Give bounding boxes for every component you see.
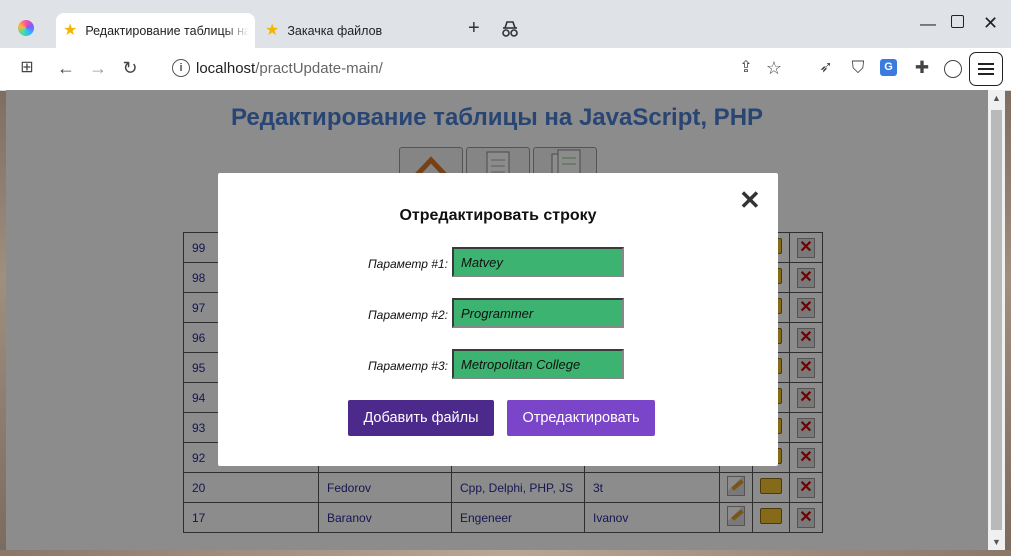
param-3-label: Параметр #3:	[367, 359, 448, 373]
maximize-icon[interactable]	[951, 15, 964, 28]
desktop-edge-bottom	[0, 550, 1011, 556]
tab-title: Закачка файлов	[287, 23, 383, 38]
menu-button[interactable]	[969, 52, 1003, 86]
url-host: localhost	[196, 60, 256, 77]
param-1-input[interactable]	[452, 247, 624, 277]
tab-bar: ★ Редактирование таблицы на JavaScript, …	[0, 0, 1011, 48]
translate-icon[interactable]: G	[880, 59, 897, 76]
field-row-3: Параметр #3:	[218, 349, 778, 383]
extensions-icon[interactable]: ✚	[912, 58, 932, 78]
param-1-label: Параметр #1:	[367, 257, 448, 271]
forward-icon[interactable]: →	[88, 58, 108, 78]
tab-edit-table[interactable]: ★ Редактирование таблицы на JavaScript, …	[56, 13, 255, 48]
bookmark-star-icon[interactable]: ☆	[764, 58, 784, 78]
shield-icon[interactable]: ⛉	[848, 58, 868, 78]
site-info-icon[interactable]: i	[172, 59, 190, 77]
field-row-2: Параметр #2:	[218, 298, 778, 332]
new-tab-icon[interactable]: +	[468, 18, 480, 38]
param-2-label: Параметр #2:	[367, 308, 448, 322]
profile-icon[interactable]	[944, 60, 962, 78]
close-window-icon[interactable]: ✕	[983, 13, 998, 34]
modal-title: Отредактировать строку	[399, 207, 597, 224]
tab-file-upload[interactable]: ★ Закачка файлов	[258, 13, 458, 48]
apps-grid-icon[interactable]: ⊞	[17, 58, 37, 78]
browser-logo-icon[interactable]	[18, 20, 34, 36]
submit-edit-button[interactable]: Отредактировать	[507, 400, 655, 436]
incognito-icon[interactable]	[500, 20, 520, 38]
page-scrollbar[interactable]: ▲ ▼	[988, 90, 1005, 550]
page-viewport: Редактирование таблицы на JavaScript, PH…	[6, 90, 988, 550]
scrollbar-thumb[interactable]	[991, 110, 1002, 530]
reload-icon[interactable]: ↻	[120, 58, 140, 78]
share-icon[interactable]: ⇪	[736, 58, 756, 78]
toolbar: ⊞ ← → ↻ i localhost/practUpdate-main/ ⇪ …	[0, 48, 1011, 91]
browser-window: ★ Редактирование таблицы на JavaScript, …	[0, 0, 1011, 550]
tab-title: Редактирование таблицы на JavaScript, PH…	[85, 23, 250, 38]
star-icon: ★	[265, 21, 280, 39]
edit-row-modal: ✕ Отредактировать строку Параметр #1: Па…	[218, 173, 778, 466]
scroll-down-icon[interactable]: ▼	[992, 537, 1001, 547]
param-2-input[interactable]	[452, 298, 624, 328]
url-path: /practUpdate-main/	[255, 60, 383, 77]
address-bar[interactable]: localhost/practUpdate-main/	[196, 60, 383, 77]
scroll-up-icon[interactable]: ▲	[992, 93, 1001, 103]
add-files-button[interactable]: Добавить файлы	[348, 400, 494, 436]
back-icon[interactable]: ←	[56, 58, 76, 78]
minimize-icon[interactable]: —	[920, 16, 936, 34]
rocket-icon[interactable]: ➶	[816, 58, 836, 78]
param-3-input[interactable]	[452, 349, 624, 379]
star-icon: ★	[63, 21, 78, 39]
field-row-1: Параметр #1:	[218, 247, 778, 281]
